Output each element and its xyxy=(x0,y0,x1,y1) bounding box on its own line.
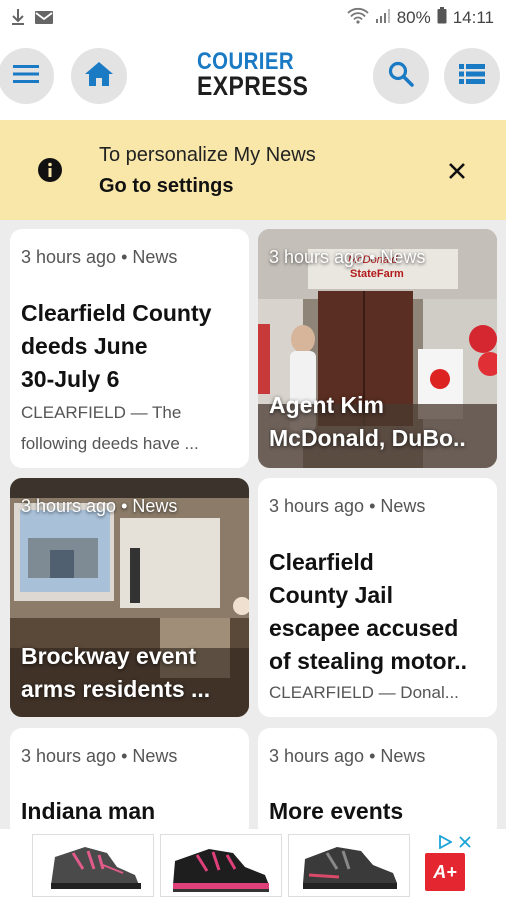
ad-brand-logo[interactable]: A+ xyxy=(425,853,465,891)
article-card[interactable]: McDonald StateFarm 3 hours ago • News Ag… xyxy=(258,229,497,468)
ad-choices-icon[interactable] xyxy=(438,834,453,854)
download-icon xyxy=(10,8,26,31)
article-meta: 3 hours ago • News xyxy=(21,746,178,766)
clock: 14:11 xyxy=(452,8,494,27)
personalize-text: To personalize My News xyxy=(99,144,316,166)
article-meta: 3 hours ago • News xyxy=(269,247,426,267)
personalize-banner: To personalize My News Go to settings xyxy=(0,120,506,220)
app-header: COURIER EXPRESS xyxy=(0,36,506,120)
article-title: Clearfield County Jail escapee accused o… xyxy=(269,549,468,674)
signal-icon xyxy=(375,8,391,29)
article-meta: 3 hours ago • News xyxy=(269,496,426,516)
article-title: More events xyxy=(269,798,404,824)
status-bar: 80% 14:11 xyxy=(0,0,506,36)
home-button[interactable] xyxy=(71,48,127,104)
ad-shoe-image[interactable] xyxy=(160,834,282,897)
hamburger-icon xyxy=(13,64,39,89)
article-summary: CLEARFIELD — Donal... xyxy=(269,683,459,702)
list-icon xyxy=(459,63,485,89)
article-meta: 3 hours ago • News xyxy=(269,746,426,766)
courier-express-logo[interactable]: COURIER EXPRESS xyxy=(197,50,309,100)
close-icon[interactable] xyxy=(444,158,470,184)
search-button[interactable] xyxy=(373,48,429,104)
article-card[interactable]: 3 hours ago • News Brockway event arms r… xyxy=(10,478,249,717)
menu-button[interactable] xyxy=(0,48,54,104)
ad-shoe-image[interactable] xyxy=(288,834,410,897)
wifi-icon xyxy=(347,7,369,29)
go-to-settings-link[interactable]: Go to settings xyxy=(99,175,233,198)
battery-percent: 80% xyxy=(396,8,431,27)
sections-button[interactable] xyxy=(444,48,500,104)
svg-text:StateFarm: StateFarm xyxy=(350,268,404,280)
info-icon xyxy=(38,158,62,187)
article-card[interactable]: 3 hours ago • News Clearfield County dee… xyxy=(10,229,249,468)
article-card[interactable]: 3 hours ago • News More events xyxy=(258,728,497,838)
article-title: Brockway event arms residents ... xyxy=(21,643,211,702)
article-title: Agent Kim McDonald, DuBo.. xyxy=(269,392,466,451)
battery-icon xyxy=(437,7,447,29)
article-meta: 3 hours ago • News xyxy=(21,496,178,516)
mail-icon xyxy=(34,9,54,30)
article-title: Clearfield County deeds June 30-July 6 xyxy=(21,300,212,392)
article-card[interactable]: 3 hours ago • News Clearfield County Jai… xyxy=(258,478,497,717)
home-icon xyxy=(84,61,114,92)
ad-close-icon[interactable] xyxy=(458,835,472,854)
ad-shoe-image[interactable] xyxy=(32,834,154,897)
article-title: Indiana man xyxy=(21,798,156,824)
article-summary: CLEARFIELD — The following deeds have ..… xyxy=(21,403,199,453)
search-icon xyxy=(388,61,414,92)
article-card[interactable]: 3 hours ago • News Indiana man xyxy=(10,728,249,838)
article-meta: 3 hours ago • News xyxy=(21,247,178,267)
ad-banner[interactable]: A+ xyxy=(0,829,506,900)
